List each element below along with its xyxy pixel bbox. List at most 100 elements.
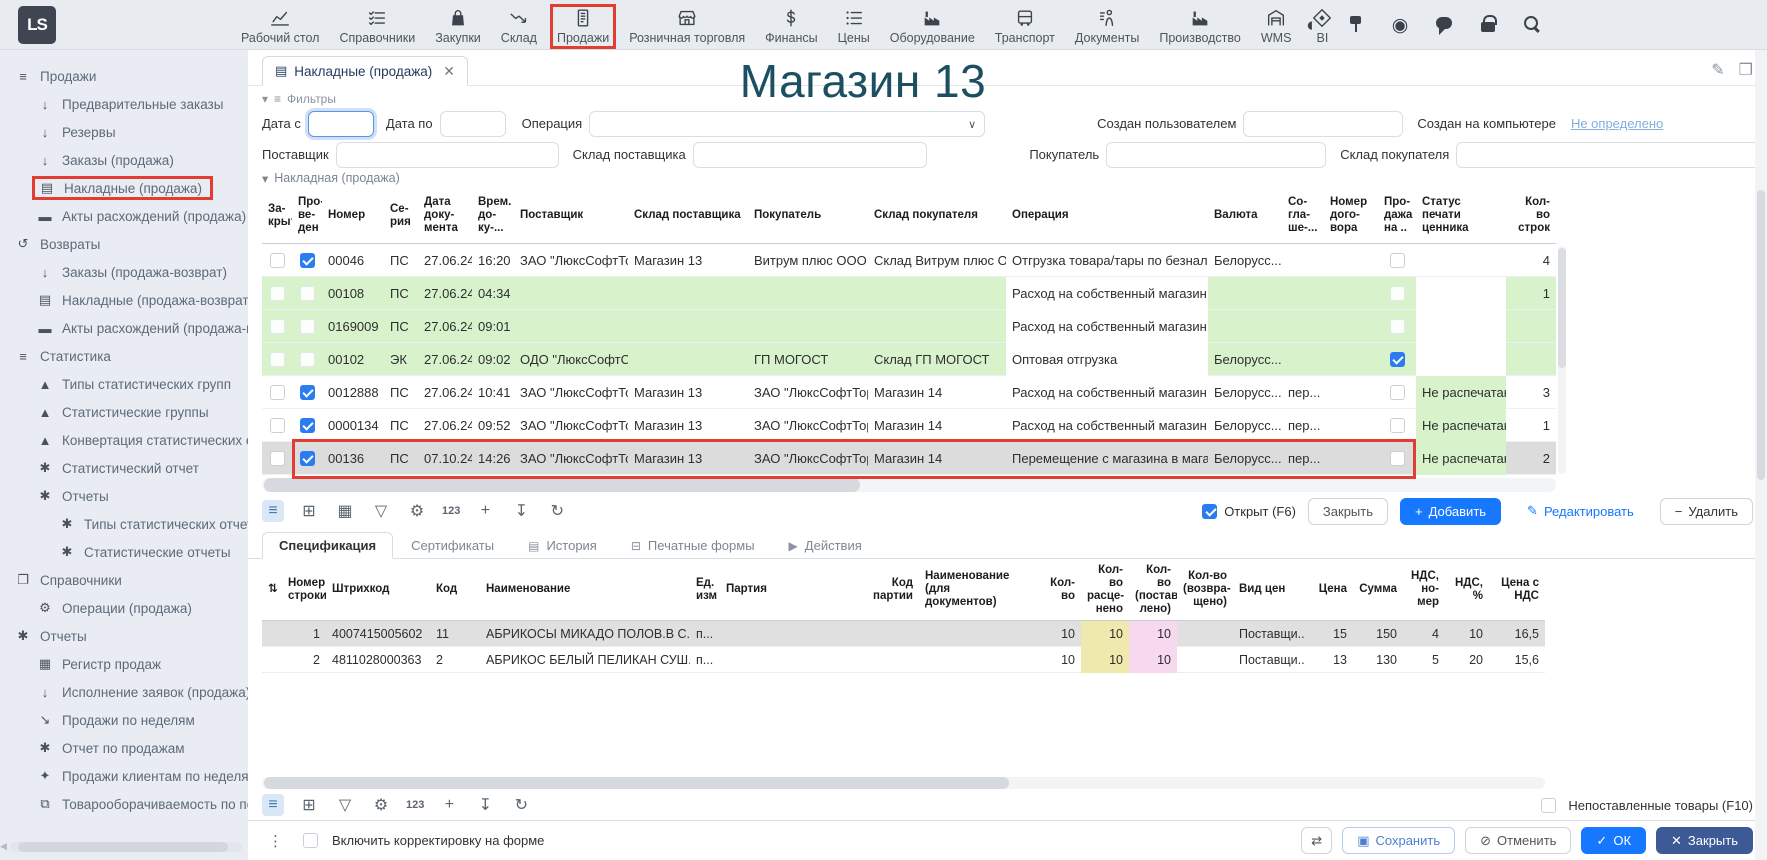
- column-header-number[interactable]: Номер: [322, 209, 384, 222]
- column-header-sale_on[interactable]: Про- дажа на ..: [1378, 196, 1416, 235]
- tab-invoices-sale[interactable]: ▤ Накладные (продажа) ✕: [262, 56, 468, 86]
- column-header-currency[interactable]: Валюта: [1208, 209, 1282, 222]
- nav-item-1[interactable]: Рабочий стол: [234, 4, 326, 49]
- edit-pencil-icon[interactable]: ✎: [1711, 60, 1724, 80]
- nav-item-8[interactable]: Цены: [831, 4, 877, 49]
- sidebar-item-8[interactable]: ↓Заказы (продажа-возврат): [0, 258, 248, 286]
- sidebar-item-12[interactable]: ▲Типы статистических групп: [0, 370, 248, 398]
- spec-column-header-unit[interactable]: Ед. изм: [690, 577, 720, 603]
- supplier-wh-filter-input[interactable]: [693, 142, 928, 168]
- invoice-row-00108[interactable]: 00108ПС27.06.2404:34Расход на собственны…: [262, 277, 1556, 310]
- spec-column-header-qty_returned[interactable]: Кол-во (возвра- щено): [1177, 570, 1233, 609]
- spec-column-header-batch[interactable]: Партия: [720, 583, 845, 596]
- invoice-row-0000134[interactable]: 0000134ПС27.06.2409:52ЗАО "ЛюксСофтТорг"…: [262, 409, 1556, 442]
- spec-column-header-name[interactable]: Наименование: [480, 583, 690, 596]
- row-checkbox[interactable]: [300, 352, 315, 367]
- spec-column-header-qty_delivered[interactable]: Кол-во (постав- лено): [1129, 564, 1177, 616]
- open-f6-checkbox[interactable]: [1202, 504, 1217, 519]
- row-checkbox[interactable]: [270, 385, 285, 400]
- spec-column-header-sort[interactable]: ⇅: [262, 583, 282, 596]
- sidebar-item-14[interactable]: ▲Конвертация статистических ед. изм.: [0, 426, 248, 454]
- row-checkbox[interactable]: [270, 286, 285, 301]
- nav-item-13[interactable]: WMS: [1254, 4, 1299, 49]
- invoice-row-0169009[interactable]: 0169009ПС27.06.2409:01Расход на собствен…: [262, 310, 1556, 343]
- spec-column-header-batch_code[interactable]: Код партии: [845, 577, 919, 603]
- detail-tab-3[interactable]: ▤История: [512, 532, 613, 559]
- row-checkbox[interactable]: [1390, 286, 1405, 301]
- spec-horizontal-scrollbar[interactable]: [262, 776, 1545, 790]
- delete-button[interactable]: −Удалить: [1660, 498, 1753, 525]
- search-icon[interactable]: [1522, 15, 1542, 35]
- nav-item-12[interactable]: Производство: [1152, 4, 1248, 49]
- sidebar-item-3[interactable]: ↓Резервы: [0, 118, 248, 146]
- invoice-row-0012888[interactable]: 0012888ПС27.06.2410:41ЗАО "ЛюксСофтТорг"…: [262, 376, 1556, 409]
- invoice-row-00136[interactable]: 00136ПС07.10.2414:26ЗАО "ЛюксСофтТорг"Ма…: [262, 442, 1556, 475]
- sidebar-item-4[interactable]: ↓Заказы (продажа): [0, 146, 248, 174]
- nav-item-3[interactable]: Закупки: [428, 4, 488, 49]
- column-header-operation[interactable]: Операция: [1006, 209, 1208, 222]
- sidebar-item-16[interactable]: ✱Отчеты: [0, 482, 248, 510]
- spec-toolbar-plus-icon[interactable]: +: [438, 794, 460, 816]
- spec-column-header-price_kind[interactable]: Вид цен: [1233, 583, 1305, 596]
- close-form-button[interactable]: ✕Закрыть: [1656, 827, 1753, 854]
- row-checkbox[interactable]: [1390, 385, 1405, 400]
- sidebar-horizontal-scrollbar[interactable]: [10, 842, 242, 852]
- filters-collapse-icon[interactable]: ▾: [262, 92, 268, 106]
- grid-toolbar-refresh-icon[interactable]: ↻: [546, 500, 568, 522]
- sidebar-item-6[interactable]: ▬Акты расхождений (продажа): [0, 202, 248, 230]
- expand-icon[interactable]: ❒: [1739, 60, 1753, 80]
- sidebar-item-22[interactable]: ▦Регистр продаж: [0, 650, 248, 678]
- spec-column-header-vat_no[interactable]: НДС, но- мер: [1403, 570, 1445, 609]
- nav-item-4[interactable]: Склад: [494, 4, 544, 49]
- sidebar-item-19[interactable]: ❐Справочники: [0, 566, 248, 594]
- save-button[interactable]: ▣Сохранить: [1342, 827, 1455, 854]
- sidebar-item-18[interactable]: ✱Статистические отчеты: [0, 538, 248, 566]
- invoice-row-00102[interactable]: 00102ЭК27.06.2409:02ОДО "ЛюксСофтСерв...…: [262, 343, 1556, 376]
- sidebar-item-23[interactable]: ↓Исполнение заявок (продажа): [0, 678, 248, 706]
- spec-column-header-vat_pct[interactable]: НДС, %: [1445, 577, 1489, 603]
- tab-close-icon[interactable]: ✕: [443, 63, 455, 80]
- sidebar-item-5[interactable]: ▤Накладные (продажа): [0, 174, 248, 202]
- column-header-line_count[interactable]: Кол-во строк: [1506, 196, 1556, 235]
- sidebar-item-21[interactable]: ✱Отчеты: [0, 622, 248, 650]
- detail-tab-2[interactable]: Сертификаты: [395, 532, 510, 559]
- edit-button[interactable]: ✎Редактировать: [1513, 498, 1648, 525]
- detail-tab-5[interactable]: ▶Действия: [773, 532, 878, 559]
- row-checkbox[interactable]: [300, 451, 315, 466]
- buyer-wh-filter-input[interactable]: [1456, 142, 1767, 168]
- grid-toolbar-plus-icon[interactable]: +: [474, 500, 496, 522]
- pin-icon[interactable]: [1346, 15, 1366, 35]
- chat-icon[interactable]: [1434, 15, 1454, 35]
- add-button[interactable]: +Добавить: [1400, 498, 1501, 525]
- nav-item-5[interactable]: Продажи: [550, 4, 616, 49]
- spec-toolbar-list-icon[interactable]: ≡: [262, 794, 284, 816]
- grid-toolbar-download-icon[interactable]: ↧: [510, 500, 532, 522]
- cancel-button[interactable]: ⊘Отменить: [1465, 827, 1571, 854]
- column-header-contract[interactable]: Номер дого- вора: [1324, 196, 1378, 235]
- column-header-print_status[interactable]: Статус печати ценника: [1416, 196, 1506, 235]
- spec-toolbar-filter-icon[interactable]: ▽: [334, 794, 356, 816]
- row-checkbox[interactable]: [300, 319, 315, 334]
- ok-button[interactable]: ✓ОК: [1581, 827, 1646, 854]
- lock-icon[interactable]: [1478, 15, 1498, 35]
- nav-item-7[interactable]: Финансы: [758, 4, 824, 49]
- column-header-supplier_wh[interactable]: Склад поставщика: [628, 209, 748, 222]
- nav-item-10[interactable]: Транспорт: [988, 4, 1062, 49]
- created-on-link[interactable]: Не определено: [1571, 116, 1663, 131]
- sidebar-item-17[interactable]: ✱Типы статистических отчетов: [0, 510, 248, 538]
- spec-column-header-barcode[interactable]: Штрихкод: [326, 583, 430, 596]
- sidebar-item-24[interactable]: ↘Продажи по неделям: [0, 706, 248, 734]
- sidebar-item-1[interactable]: ≡Продажи: [0, 62, 248, 90]
- column-header-buyer[interactable]: Покупатель: [748, 209, 868, 222]
- eye-icon[interactable]: ◉: [1390, 15, 1410, 35]
- date-to-input[interactable]: [440, 111, 506, 137]
- grid-toolbar-gear-icon[interactable]: ⚙: [406, 500, 428, 522]
- created-by-input[interactable]: [1243, 111, 1403, 137]
- column-header-series[interactable]: Се- рия: [384, 203, 418, 229]
- row-checkbox[interactable]: [300, 385, 315, 400]
- sidebar-item-11[interactable]: ≡Статистика: [0, 342, 248, 370]
- row-checkbox[interactable]: [270, 253, 285, 268]
- operation-select[interactable]: ∨: [589, 111, 985, 137]
- column-header-agreement[interactable]: Со- гла- ше-...: [1282, 196, 1324, 235]
- row-checkbox[interactable]: [270, 418, 285, 433]
